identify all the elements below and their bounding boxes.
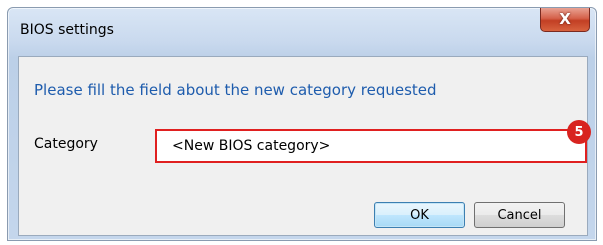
window-title: BIOS settings [20,22,114,38]
dialog-body: Please fill the field about the new cate… [18,56,591,236]
cancel-button[interactable]: Cancel [474,202,565,228]
category-label: Category [34,136,98,152]
callout-badge: 5 [567,120,591,144]
ok-button[interactable]: OK [374,202,465,228]
category-input[interactable] [155,129,587,163]
instruction-message: Please fill the field about the new cate… [34,81,437,99]
dialog-window: BIOS settings X Please fill the field ab… [7,7,597,241]
close-button[interactable]: X [540,8,590,32]
close-icon: X [559,10,571,28]
title-bar[interactable]: BIOS settings X [8,8,596,56]
